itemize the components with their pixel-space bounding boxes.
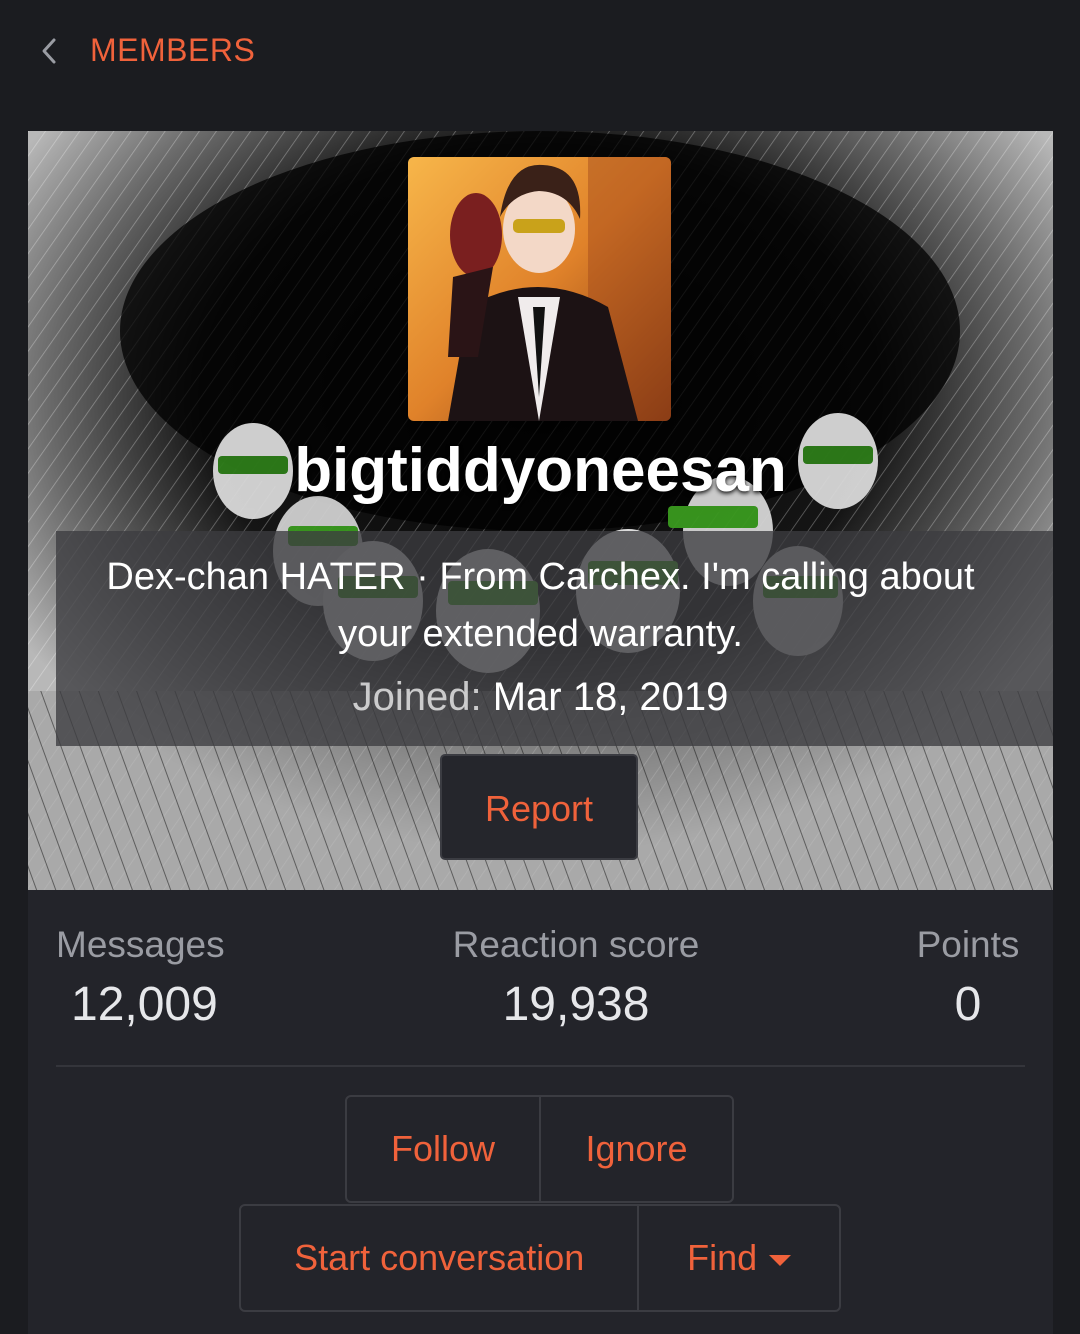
joined-label: Joined: bbox=[352, 675, 482, 719]
stat-value: 0 bbox=[954, 978, 982, 1031]
username: bigtiddyoneesan bbox=[294, 436, 787, 505]
follow-button[interactable]: Follow bbox=[347, 1097, 539, 1201]
stat-value: 19,938 bbox=[502, 978, 650, 1031]
find-button[interactable]: Find bbox=[637, 1206, 839, 1310]
caret-down-icon bbox=[769, 1254, 792, 1266]
stat-reaction-score[interactable]: Reaction score 19,938 bbox=[445, 921, 707, 1035]
follow-ignore-group: Follow Ignore bbox=[345, 1095, 734, 1203]
stat-label: Messages bbox=[56, 924, 225, 965]
divider bbox=[56, 1065, 1025, 1067]
avatar[interactable] bbox=[408, 157, 671, 421]
member-profile-page: MEMBERS bigtiddyoneesan Dex-chan HATER ·… bbox=[0, 0, 1080, 1334]
profile-banner: bigtiddyoneesan Dex-chan HATER · From Ca… bbox=[28, 131, 1053, 890]
joined-date: Joined: Mar 18, 2019 bbox=[28, 669, 1053, 725]
stat-label: Points bbox=[916, 924, 1020, 965]
chevron-left-icon[interactable] bbox=[36, 36, 64, 66]
stat-label: Reaction score bbox=[452, 924, 700, 965]
members-link[interactable]: MEMBERS bbox=[90, 28, 255, 72]
profile-card: bigtiddyoneesan Dex-chan HATER · From Ca… bbox=[28, 131, 1053, 1334]
report-button[interactable]: Report bbox=[440, 754, 638, 860]
conversation-find-group: Start conversation Find bbox=[239, 1204, 841, 1312]
ignore-button[interactable]: Ignore bbox=[539, 1097, 732, 1201]
stat-messages[interactable]: Messages 12,009 bbox=[56, 921, 225, 1035]
stat-value: 12,009 bbox=[71, 978, 218, 1031]
find-label: Find bbox=[687, 1237, 758, 1278]
stat-points[interactable]: Points 0 bbox=[908, 921, 1028, 1035]
top-nav-bar: MEMBERS bbox=[0, 0, 1080, 100]
avatar-image bbox=[408, 157, 671, 421]
user-tagline: Dex-chan HATER · From Carchex. I'm calli… bbox=[106, 556, 975, 655]
start-conversation-button[interactable]: Start conversation bbox=[241, 1206, 637, 1310]
joined-value: Mar 18, 2019 bbox=[492, 675, 729, 719]
